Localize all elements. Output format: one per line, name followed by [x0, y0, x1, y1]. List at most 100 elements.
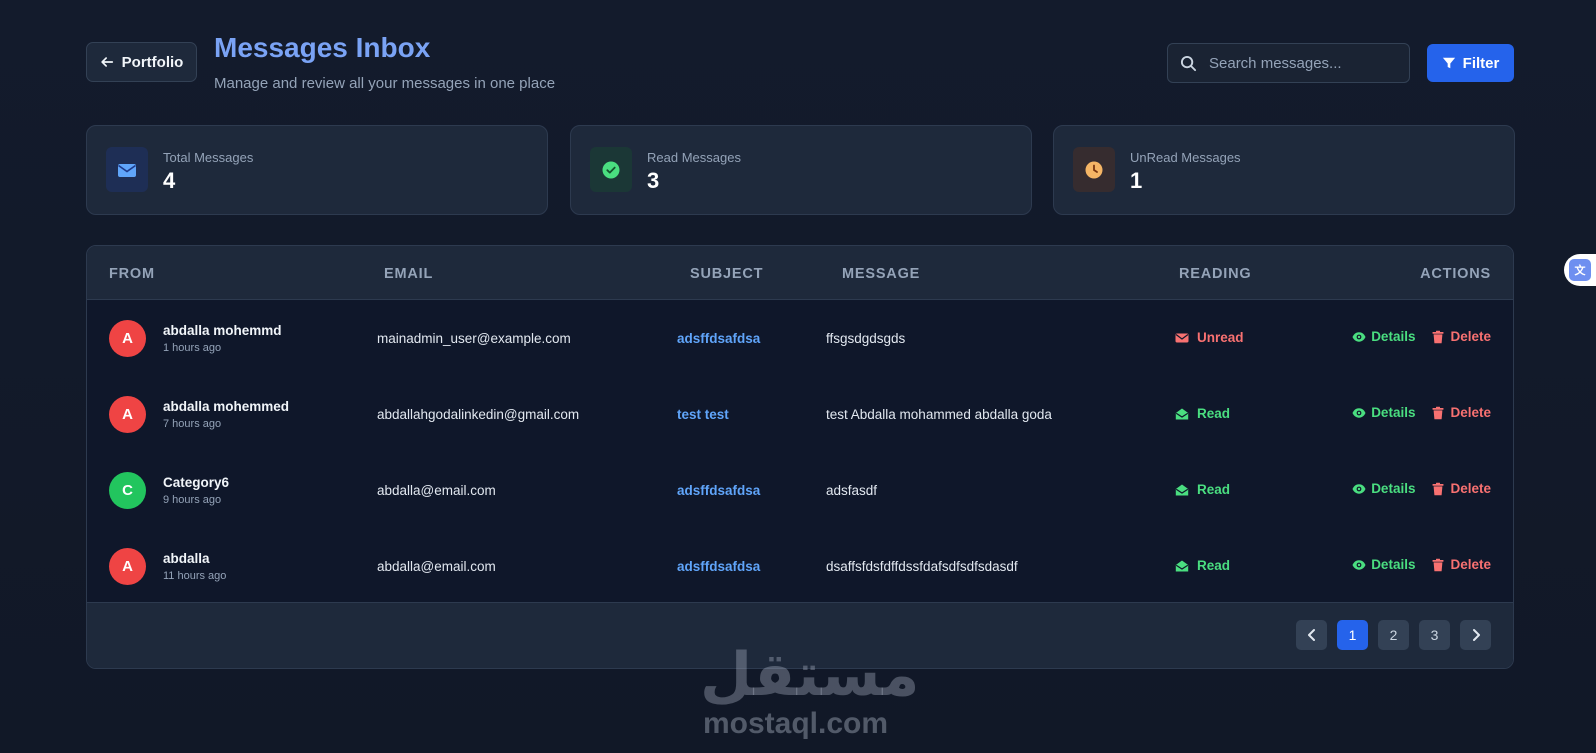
eye-icon: [1352, 407, 1366, 418]
stat-label: UnRead Messages: [1130, 150, 1241, 165]
sender-name: abdalla mohemmd: [163, 323, 282, 338]
page-title: Messages Inbox: [214, 32, 431, 63]
column-header-subject: SUBJECT: [690, 266, 764, 282]
avatar: A: [109, 548, 146, 585]
watermark-latin: mostaql.com: [703, 707, 889, 740]
delete-button[interactable]: Delete: [1431, 405, 1491, 420]
page-button-3[interactable]: 3: [1419, 620, 1450, 650]
filter-icon: [1442, 57, 1455, 69]
table-row[interactable]: A abdalla mohemmed 7 hours ago abdallahg…: [87, 376, 1513, 453]
column-header-reading: READING: [1179, 266, 1252, 282]
reading-status-label: Read: [1197, 558, 1231, 573]
message-subject[interactable]: test test: [677, 407, 729, 422]
message-time: 11 hours ago: [163, 570, 227, 582]
eye-icon: [1352, 331, 1366, 342]
message-preview: dsaffsfdsfdffdssfdafsdfsdfsdasdf: [826, 559, 1018, 574]
message-preview: ffsgsdgdsgds: [826, 331, 906, 346]
message-subject[interactable]: adsffdsafdsa: [677, 483, 760, 498]
eye-icon: [1352, 559, 1366, 570]
message-subject[interactable]: adsffdsafdsa: [677, 331, 760, 346]
stat-card-total: Total Messages 4: [86, 125, 548, 215]
row-actions: Details Delete: [1352, 557, 1491, 572]
sender-name: Category6: [163, 475, 230, 490]
avatar: A: [109, 320, 146, 357]
envelope-open-icon: [1175, 560, 1189, 571]
message-time: 1 hours ago: [163, 342, 222, 354]
reading-status: Unread: [1175, 330, 1244, 345]
search-input[interactable]: [1209, 54, 1399, 72]
details-button[interactable]: Details: [1352, 405, 1415, 420]
details-label: Details: [1371, 557, 1416, 572]
row-actions: Details Delete: [1352, 481, 1491, 496]
delete-label: Delete: [1450, 557, 1491, 572]
chevron-left-icon: [1307, 629, 1315, 641]
trash-icon: [1432, 406, 1444, 419]
trash-icon: [1432, 482, 1444, 495]
trash-icon: [1432, 558, 1444, 571]
table-row[interactable]: A abdalla mohemmd 1 hours ago mainadmin_…: [87, 300, 1513, 377]
table-row[interactable]: A abdalla 11 hours ago abdalla@email.com…: [87, 528, 1513, 605]
stat-icon-box: [1073, 147, 1115, 192]
details-label: Details: [1371, 481, 1416, 496]
stat-label: Total Messages: [163, 150, 254, 165]
sender-email: abdallahgodalinkedin@gmail.com: [377, 407, 580, 422]
reading-status: Read: [1175, 558, 1230, 573]
stat-card-unread: UnRead Messages 1: [1053, 125, 1515, 215]
table-row[interactable]: C Category6 9 hours ago abdalla@email.co…: [87, 452, 1513, 529]
delete-label: Delete: [1450, 329, 1491, 344]
chevron-right-icon: [1472, 629, 1480, 641]
row-actions: Details Delete: [1352, 405, 1491, 420]
message-time: 7 hours ago: [163, 418, 222, 430]
delete-button[interactable]: Delete: [1431, 481, 1491, 496]
details-label: Details: [1371, 329, 1416, 344]
search-icon: [1180, 55, 1197, 71]
check-circle-icon: [602, 161, 620, 178]
reading-status: Read: [1175, 406, 1230, 421]
sender-name: abdalla: [163, 551, 210, 566]
details-button[interactable]: Details: [1352, 557, 1415, 572]
row-actions: Details Delete: [1352, 329, 1491, 344]
back-button-label: Portfolio: [121, 53, 184, 71]
delete-button[interactable]: Delete: [1431, 329, 1491, 344]
next-page-button[interactable]: [1460, 620, 1491, 650]
details-button[interactable]: Details: [1352, 481, 1415, 496]
arrow-left-icon: [100, 57, 113, 67]
stat-icon-box: [106, 147, 148, 192]
filter-button-label: Filter: [1462, 54, 1500, 72]
translate-widget-button[interactable]: 文: [1564, 254, 1596, 286]
stat-card-read: Read Messages 3: [570, 125, 1032, 215]
sender-name: abdalla mohemmed: [163, 399, 290, 414]
search-box: [1167, 43, 1410, 83]
sender-email: abdalla@email.com: [377, 559, 496, 574]
watermark-arabic: مستقل: [700, 640, 920, 710]
stat-icon-box: [590, 147, 632, 192]
delete-label: Delete: [1450, 405, 1491, 420]
details-button[interactable]: Details: [1352, 329, 1415, 344]
table-header: FROM EMAIL SUBJECT MESSAGE READING ACTIO…: [87, 246, 1513, 300]
avatar: A: [109, 396, 146, 433]
previous-page-button[interactable]: [1296, 620, 1327, 650]
envelope-open-icon: [1175, 484, 1189, 495]
sender-email: abdalla@email.com: [377, 483, 496, 498]
back-to-portfolio-button[interactable]: Portfolio: [86, 42, 197, 82]
trash-icon: [1432, 330, 1444, 343]
clock-icon: [1085, 161, 1103, 178]
message-subject[interactable]: adsffdsafdsa: [677, 559, 760, 574]
messages-table: FROM EMAIL SUBJECT MESSAGE READING ACTIO…: [86, 245, 1514, 669]
eye-icon: [1352, 483, 1366, 494]
sender-email: mainadmin_user@example.com: [377, 331, 571, 346]
details-label: Details: [1371, 405, 1416, 420]
page-button-1[interactable]: 1: [1337, 620, 1368, 650]
envelope-icon: [1175, 333, 1189, 342]
stat-label: Read Messages: [647, 150, 741, 165]
avatar: C: [109, 472, 146, 509]
delete-label: Delete: [1450, 481, 1491, 496]
filter-button[interactable]: Filter: [1427, 44, 1514, 82]
column-header-from: FROM: [109, 266, 155, 282]
delete-button[interactable]: Delete: [1431, 557, 1491, 572]
translate-icon: 文: [1569, 259, 1591, 281]
page-button-2[interactable]: 2: [1378, 620, 1409, 650]
pagination: 1 2 3: [1296, 620, 1491, 650]
reading-status-label: Unread: [1197, 330, 1244, 345]
envelope-open-icon: [1175, 408, 1189, 419]
